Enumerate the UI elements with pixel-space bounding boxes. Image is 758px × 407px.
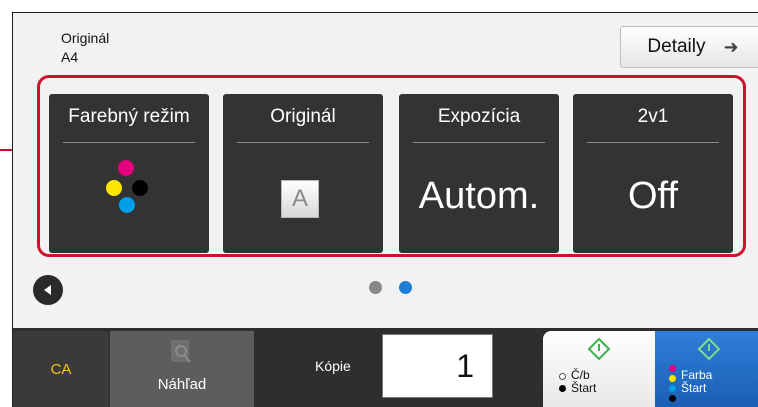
original-label: Originál <box>61 30 110 46</box>
tile-2in1-title: 2v1 <box>637 106 669 127</box>
black-dot <box>132 180 148 196</box>
cyan-dot <box>119 197 135 213</box>
tile-divider <box>413 142 545 143</box>
arrow-right-icon: ➜ <box>723 36 739 57</box>
yellow-dot <box>106 180 122 196</box>
original-info: Originál A4 <box>61 29 109 67</box>
tile-exposure-value: Autom. <box>418 175 540 217</box>
page-indicator-dot-active[interactable] <box>399 281 412 294</box>
tile-divider <box>587 142 719 143</box>
start-diamond-icon <box>697 337 721 361</box>
yellow-toner-dot <box>669 375 676 382</box>
start-color-label-2: Štart <box>681 381 707 395</box>
tile-exposure[interactable]: Expozícia Autom. <box>399 94 559 253</box>
copy-screen: Originál A4 Detaily ➜ Farebný režim Orig… <box>12 12 758 407</box>
original-a-icon: A <box>281 180 319 218</box>
start-color-button[interactable]: Farba Štart <box>655 331 758 407</box>
tile-original-title: Originál <box>270 106 336 127</box>
page-indicator-dot[interactable] <box>369 281 382 294</box>
black-toner-dot <box>669 395 676 402</box>
clear-all-button[interactable]: CA <box>13 331 109 407</box>
white-toner-dot <box>559 373 566 380</box>
copies-label: Kópie <box>315 358 351 374</box>
preview-label: Náhľad <box>157 376 207 393</box>
clear-all-label: CA <box>50 361 72 378</box>
tile-2in1-value: Off <box>628 175 678 217</box>
tile-exposure-title: Expozícia <box>437 106 521 127</box>
start-bw-label-1: Č/b <box>571 368 590 382</box>
original-size: A4 <box>61 49 79 65</box>
tile-color-mode[interactable]: Farebný režim <box>49 94 209 253</box>
start-color-label-1: Farba <box>681 368 713 382</box>
previous-page-button[interactable] <box>33 275 63 305</box>
triangle-left-icon <box>44 285 51 295</box>
details-button-label: Detaily <box>647 36 706 57</box>
start-diamond-icon <box>587 337 611 361</box>
black-toner-dot <box>559 385 566 392</box>
color-mode-icon <box>49 94 209 253</box>
magenta-toner-dot <box>669 365 676 372</box>
tile-original[interactable]: Originál A <box>223 94 383 253</box>
start-bw-button[interactable]: Č/b Štart <box>543 331 655 407</box>
preview-button[interactable]: Náhľad <box>110 331 254 407</box>
magenta-dot <box>118 160 134 176</box>
tile-divider <box>237 142 369 143</box>
start-bw-label-2: Štart <box>571 381 597 395</box>
cyan-toner-dot <box>669 385 676 392</box>
copies-input[interactable]: 1 <box>382 334 493 398</box>
details-button[interactable]: Detaily ➜ <box>620 26 758 68</box>
tile-2in1[interactable]: 2v1 Off <box>573 94 733 253</box>
preview-icon <box>171 340 191 363</box>
